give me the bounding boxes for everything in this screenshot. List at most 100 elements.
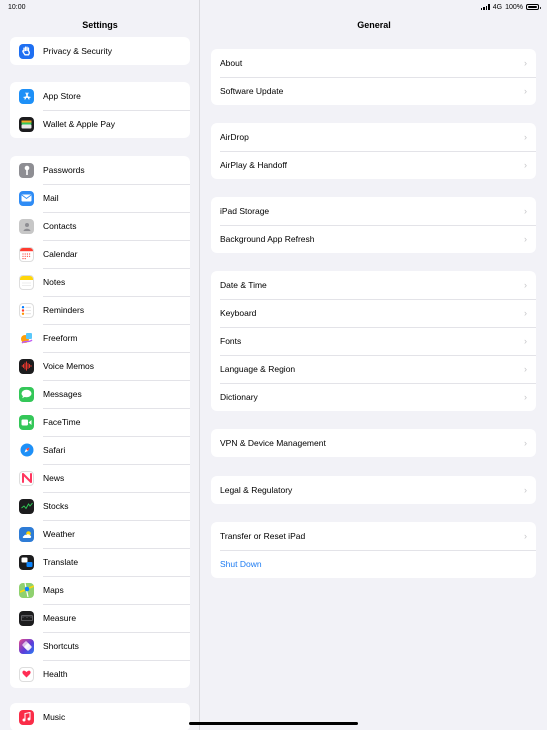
- row-label: Dictionary: [220, 392, 258, 402]
- sidebar-item-label: News: [43, 473, 65, 483]
- status-bar: 10:00 4G 100%: [0, 0, 547, 14]
- row-label: AirPlay & Handoff: [220, 160, 287, 170]
- sidebar-item-messages[interactable]: Messages: [10, 380, 190, 408]
- sidebar-item-label: Shortcuts: [43, 641, 79, 651]
- row-label: Date & Time: [220, 280, 267, 290]
- sidebar-group-apps: Passwords Mail Contacts Calendar Notes R…: [10, 156, 190, 688]
- row-label: Legal & Regulatory: [220, 485, 293, 495]
- sidebar-item-notes[interactable]: Notes: [10, 268, 190, 296]
- sidebar-item-mail[interactable]: Mail: [10, 184, 190, 212]
- contacts-icon: [19, 218, 34, 234]
- sidebar-item-label: Freeform: [43, 333, 78, 343]
- sidebar-item-measure[interactable]: Measure: [10, 604, 190, 632]
- row-label: About: [220, 58, 243, 68]
- sidebar-item-safari[interactable]: Safari: [10, 436, 190, 464]
- weather-icon: [19, 526, 34, 542]
- sidebar-item-label: Health: [43, 669, 68, 679]
- music-icon: [19, 709, 34, 725]
- chevron-right-icon: ›: [524, 160, 527, 170]
- row-language-region[interactable]: Language & Region ›: [211, 355, 536, 383]
- sidebar-item-news[interactable]: News: [10, 464, 190, 492]
- battery-icon: [526, 4, 541, 10]
- row-keyboard[interactable]: Keyboard ›: [211, 299, 536, 327]
- row-label: VPN & Device Management: [220, 438, 326, 448]
- sidebar-item-app-store[interactable]: App Store: [10, 82, 190, 110]
- row-dictionary[interactable]: Dictionary ›: [211, 383, 536, 411]
- sidebar-group-media: Music: [10, 703, 190, 730]
- cellular-signal-icon: [480, 4, 490, 10]
- safari-icon: [19, 442, 34, 458]
- row-software-update[interactable]: Software Update ›: [211, 77, 536, 105]
- sidebar-item-voice-memos[interactable]: Voice Memos: [10, 352, 190, 380]
- news-icon: [19, 470, 34, 486]
- row-airplay-handoff[interactable]: AirPlay & Handoff ›: [211, 151, 536, 179]
- row-date-time[interactable]: Date & Time ›: [211, 271, 536, 299]
- sidebar-item-health[interactable]: Health: [10, 660, 190, 688]
- sidebar-item-label: Calendar: [43, 249, 78, 259]
- sidebar-item-contacts[interactable]: Contacts: [10, 212, 190, 240]
- sidebar-item-calendar[interactable]: Calendar: [10, 240, 190, 268]
- row-background-app-refresh[interactable]: Background App Refresh ›: [211, 225, 536, 253]
- sidebar-item-music[interactable]: Music: [10, 703, 190, 730]
- chevron-right-icon: ›: [524, 336, 527, 346]
- settings-group-about: About › Software Update ›: [211, 49, 536, 105]
- mail-icon: [19, 190, 34, 206]
- sidebar-item-freeform[interactable]: Freeform: [10, 324, 190, 352]
- sidebar-item-label: Messages: [43, 389, 82, 399]
- chevron-right-icon: ›: [524, 234, 527, 244]
- sidebar-item-translate[interactable]: Translate: [10, 548, 190, 576]
- row-airdrop[interactable]: AirDrop ›: [211, 123, 536, 151]
- sidebar-item-label: Stocks: [43, 501, 69, 511]
- shortcuts-icon: [19, 638, 34, 654]
- sidebar-item-maps[interactable]: Maps: [10, 576, 190, 604]
- measure-icon: [19, 610, 34, 626]
- settings-group-locale: Date & Time › Keyboard › Fonts › Languag…: [211, 271, 536, 411]
- wallet-icon: [19, 116, 34, 132]
- chevron-right-icon: ›: [524, 531, 527, 541]
- row-label: Transfer or Reset iPad: [220, 531, 306, 541]
- sidebar-item-label: Safari: [43, 445, 66, 455]
- freeform-icon: [19, 330, 34, 346]
- sidebar-item-label: Notes: [43, 277, 66, 287]
- messages-icon: [19, 386, 34, 402]
- notes-icon: [19, 274, 34, 290]
- settings-sidebar: Settings Privacy & Security App Store Wa…: [0, 0, 200, 730]
- stocks-icon: [19, 498, 34, 514]
- maps-icon: [19, 582, 34, 598]
- sidebar-item-facetime[interactable]: FaceTime: [10, 408, 190, 436]
- chevron-right-icon: ›: [524, 392, 527, 402]
- sidebar-item-privacy-security[interactable]: Privacy & Security: [10, 37, 190, 65]
- row-fonts[interactable]: Fonts ›: [211, 327, 536, 355]
- row-vpn-device-management[interactable]: VPN & Device Management ›: [211, 429, 536, 457]
- chevron-right-icon: ›: [524, 485, 527, 495]
- sidebar-item-label: Voice Memos: [43, 361, 95, 371]
- health-icon: [19, 666, 34, 682]
- chevron-right-icon: ›: [524, 132, 527, 142]
- sidebar-item-stocks[interactable]: Stocks: [10, 492, 190, 520]
- shut-down-button[interactable]: Shut Down: [211, 550, 536, 578]
- row-ipad-storage[interactable]: iPad Storage ›: [211, 197, 536, 225]
- sidebar-item-wallet-apple-pay[interactable]: Wallet & Apple Pay: [10, 110, 190, 138]
- sidebar-item-label: Weather: [43, 529, 75, 539]
- sidebar-item-weather[interactable]: Weather: [10, 520, 190, 548]
- app-store-icon: [19, 88, 34, 104]
- row-about[interactable]: About ›: [211, 49, 536, 77]
- calendar-icon: [19, 246, 34, 262]
- settings-group-sharing: AirDrop › AirPlay & Handoff ›: [211, 123, 536, 179]
- facetime-icon: [19, 414, 34, 430]
- row-legal-regulatory[interactable]: Legal & Regulatory ›: [211, 476, 536, 504]
- home-indicator[interactable]: [189, 722, 358, 725]
- sidebar-item-label: Music: [43, 712, 66, 722]
- settings-group-storage: iPad Storage › Background App Refresh ›: [211, 197, 536, 253]
- sidebar-title: Settings: [82, 20, 118, 30]
- sidebar-item-label: Maps: [43, 585, 64, 595]
- chevron-right-icon: ›: [524, 280, 527, 290]
- sidebar-item-shortcuts[interactable]: Shortcuts: [10, 632, 190, 660]
- sidebar-item-passwords[interactable]: Passwords: [10, 156, 190, 184]
- row-transfer-reset-ipad[interactable]: Transfer or Reset iPad ›: [211, 522, 536, 550]
- row-label: Software Update: [220, 86, 284, 96]
- sidebar-group-privacy: Privacy & Security: [10, 37, 190, 65]
- sidebar-item-label: Reminders: [43, 305, 85, 315]
- sidebar-item-reminders[interactable]: Reminders: [10, 296, 190, 324]
- settings-group-legal: Legal & Regulatory ›: [211, 476, 536, 504]
